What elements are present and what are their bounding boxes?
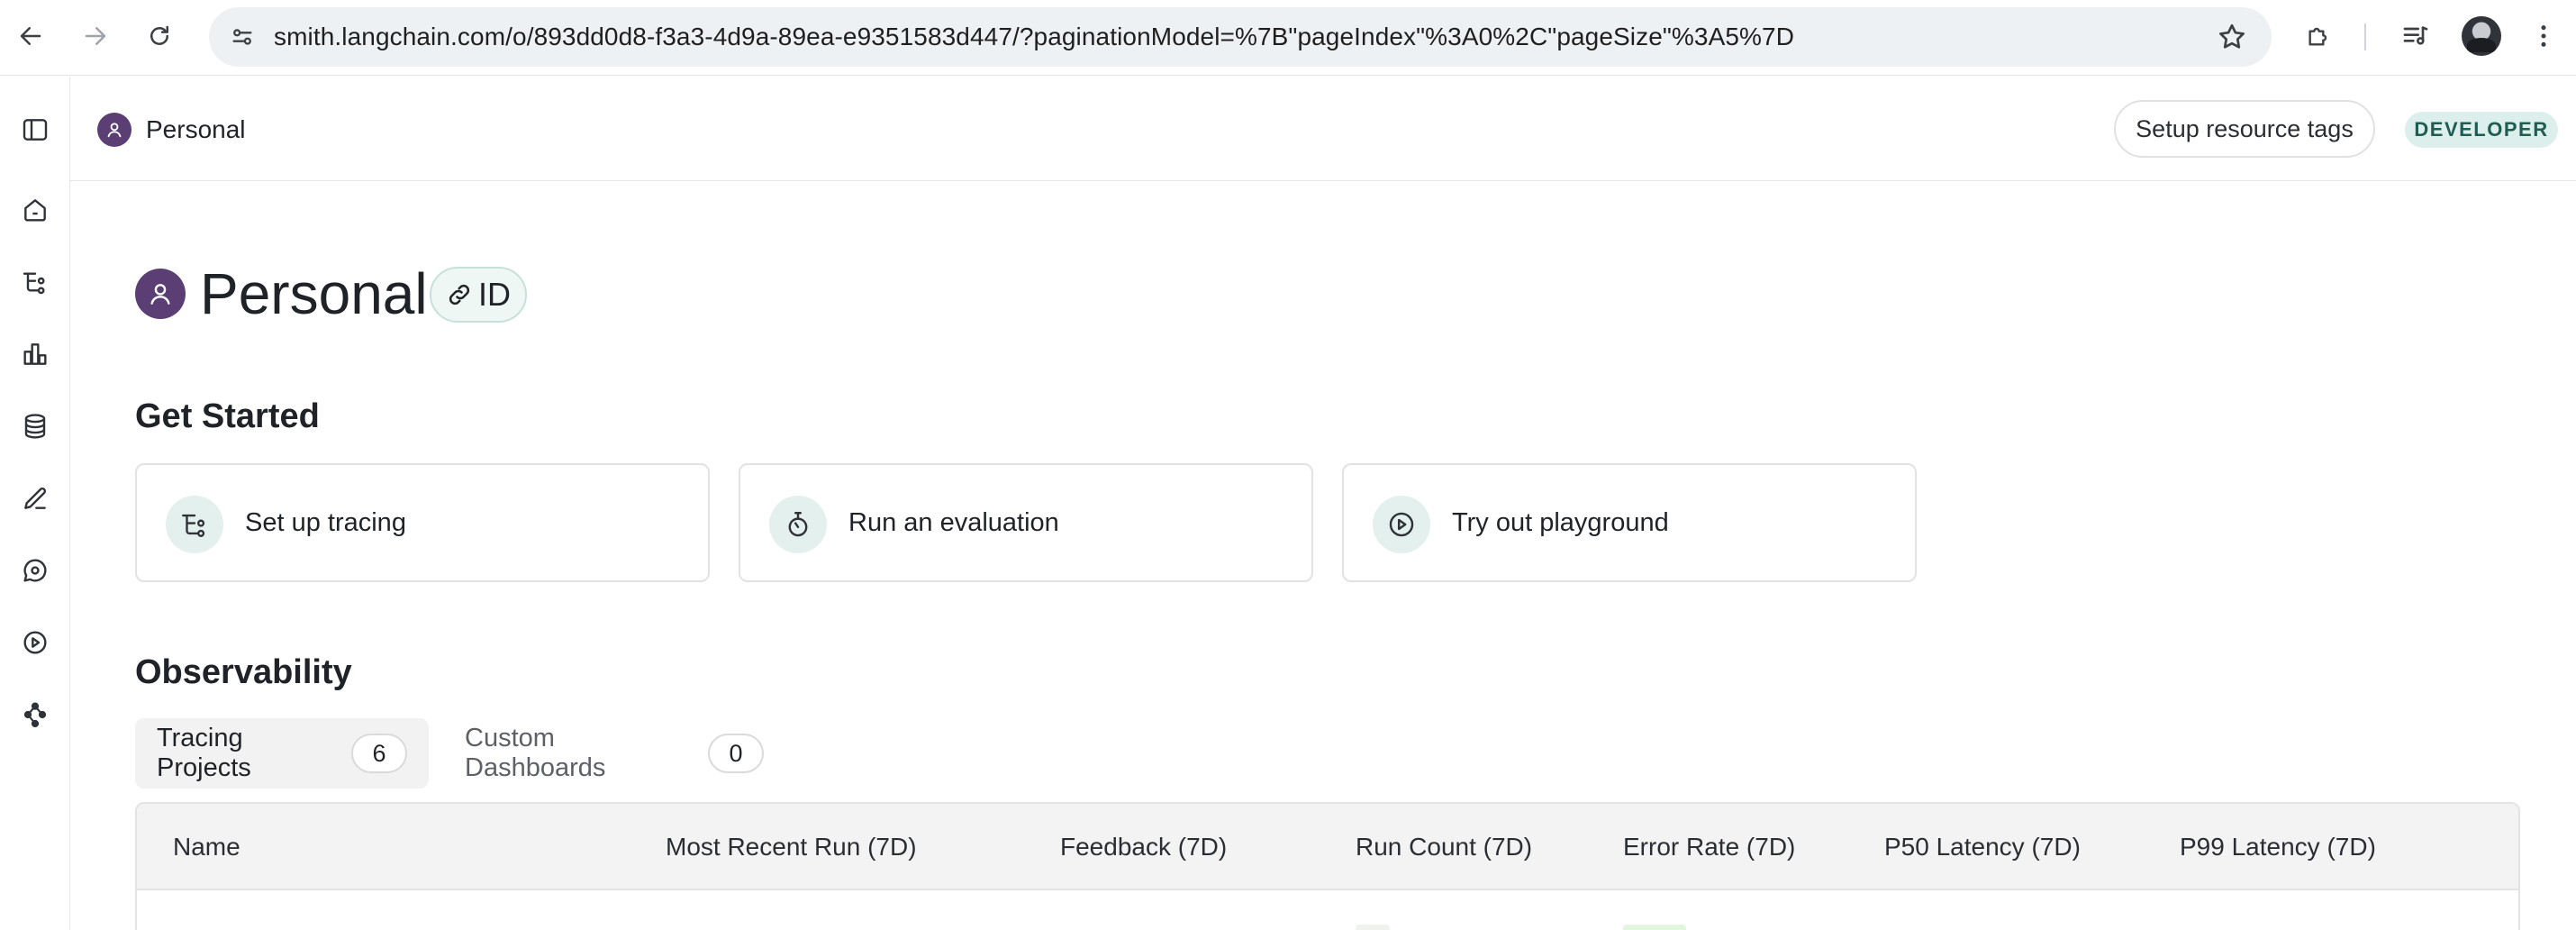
card-label: Run an evaluation <box>848 508 1059 537</box>
card-set-up-tracing[interactable]: Set up tracing <box>135 463 710 582</box>
sidebar-item-tracing[interactable] <box>11 258 59 306</box>
column-header-run-count[interactable]: Run Count (7D) <box>1356 804 1532 890</box>
copy-id-button[interactable]: ID <box>430 267 527 323</box>
chat-bubble-icon <box>23 559 47 582</box>
url-host: smith.langchain.com <box>274 23 506 50</box>
observability-title: Observability <box>135 653 352 691</box>
link-icon <box>449 284 470 305</box>
browser-toolbar: smith.langchain.com/o/893dd0d8-f3a3-4d9a… <box>0 0 2576 76</box>
page-title: Personal <box>200 261 428 326</box>
back-button[interactable] <box>9 14 52 58</box>
home-icon <box>24 199 46 222</box>
tab-count-badge: 6 <box>351 734 407 773</box>
sidebar-item-home[interactable] <box>11 186 59 234</box>
sidebar-panel-icon <box>23 119 48 141</box>
reload-icon <box>150 25 168 45</box>
user-icon <box>107 123 122 138</box>
stopwatch-icon <box>769 496 827 553</box>
app-sidebar <box>0 77 70 930</box>
tab-label: Tracing Projects <box>157 724 251 782</box>
sidebar-item-playground[interactable] <box>11 618 59 667</box>
address-bar[interactable]: smith.langchain.com/o/893dd0d8-f3a3-4d9a… <box>209 7 2272 67</box>
kebab-menu-icon <box>2541 25 2546 47</box>
arrow-right-icon <box>85 27 106 45</box>
user-icon <box>150 284 170 305</box>
pencil-icon <box>24 487 47 509</box>
sidebar-item-monitoring[interactable] <box>11 330 59 378</box>
arrow-left-icon <box>20 27 41 45</box>
column-header-p50-latency[interactable]: P50 Latency (7D) <box>1884 804 2081 890</box>
url-path: /o/893dd0d8-f3a3-4d9a-89ea-e9351583d447/… <box>505 23 1795 50</box>
tab-custom-dashboards[interactable]: Custom Dashboards 0 <box>443 718 785 789</box>
extensions-button[interactable] <box>2297 14 2340 58</box>
bookmark-star-icon[interactable] <box>2216 21 2248 53</box>
puzzle-icon <box>2308 27 2327 46</box>
browser-menu-button[interactable] <box>2522 14 2565 58</box>
profile-avatar[interactable] <box>2462 16 2501 56</box>
tab-tracing-projects[interactable]: Tracing Projects 6 <box>135 718 429 789</box>
toolbar-divider <box>2364 23 2366 50</box>
site-settings-icon[interactable] <box>222 16 263 58</box>
column-header-name[interactable]: Name <box>173 804 240 890</box>
sidebar-item-prompts[interactable] <box>11 546 59 595</box>
card-run-an-evaluation[interactable]: Run an evaluation <box>739 463 1313 582</box>
card-try-out-playground[interactable]: Try out playground <box>1342 463 1917 582</box>
card-label: Try out playground <box>1452 508 1669 537</box>
tab-count-badge: 0 <box>708 734 764 773</box>
workspace-avatar-large <box>135 269 186 319</box>
database-icon <box>24 414 46 439</box>
play-circle-icon <box>23 631 47 654</box>
tab-label: Custom Dashboards <box>465 724 606 782</box>
column-header-error-rate[interactable]: Error Rate (7D) <box>1623 804 1795 890</box>
get-started-title: Get Started <box>135 397 320 435</box>
media-controls-button[interactable] <box>2394 14 2437 58</box>
tracing-projects-table: Name Most Recent Run (7D) Feedback (7D) … <box>135 802 2520 930</box>
playlist-music-icon <box>2403 26 2428 45</box>
reload-button[interactable] <box>138 14 181 58</box>
tracing-icon <box>23 272 45 295</box>
workspace-avatar[interactable] <box>97 113 132 147</box>
sidebar-item-annotation[interactable] <box>11 474 59 523</box>
bar-chart-icon <box>23 343 47 365</box>
graph-nodes-icon <box>23 702 47 728</box>
error-rate-chip <box>1623 925 1686 930</box>
workspace-breadcrumb[interactable]: Personal <box>146 113 246 147</box>
table-header: Name Most Recent Run (7D) Feedback (7D) … <box>137 804 2518 890</box>
forward-button[interactable] <box>74 14 117 58</box>
column-header-most-recent-run[interactable]: Most Recent Run (7D) <box>666 804 917 890</box>
id-label: ID <box>478 276 511 313</box>
tracing-icon <box>166 496 223 553</box>
run-count-chip <box>1356 925 1390 930</box>
card-label: Set up tracing <box>245 508 406 537</box>
app-header: Personal Setup resource tags DEVELOPER <box>70 77 2576 181</box>
column-header-feedback[interactable]: Feedback (7D) <box>1060 804 1227 890</box>
column-header-p99-latency[interactable]: P99 Latency (7D) <box>2180 804 2376 890</box>
sidebar-toggle-button[interactable] <box>11 105 59 154</box>
sidebar-item-deployments[interactable] <box>11 690 59 739</box>
role-badge: DEVELOPER <box>2405 112 2558 148</box>
play-circle-icon <box>1373 496 1430 553</box>
sidebar-item-datasets[interactable] <box>11 402 59 451</box>
url-text[interactable]: smith.langchain.com/o/893dd0d8-f3a3-4d9a… <box>274 7 1794 67</box>
setup-resource-tags-button[interactable]: Setup resource tags <box>2114 100 2375 158</box>
